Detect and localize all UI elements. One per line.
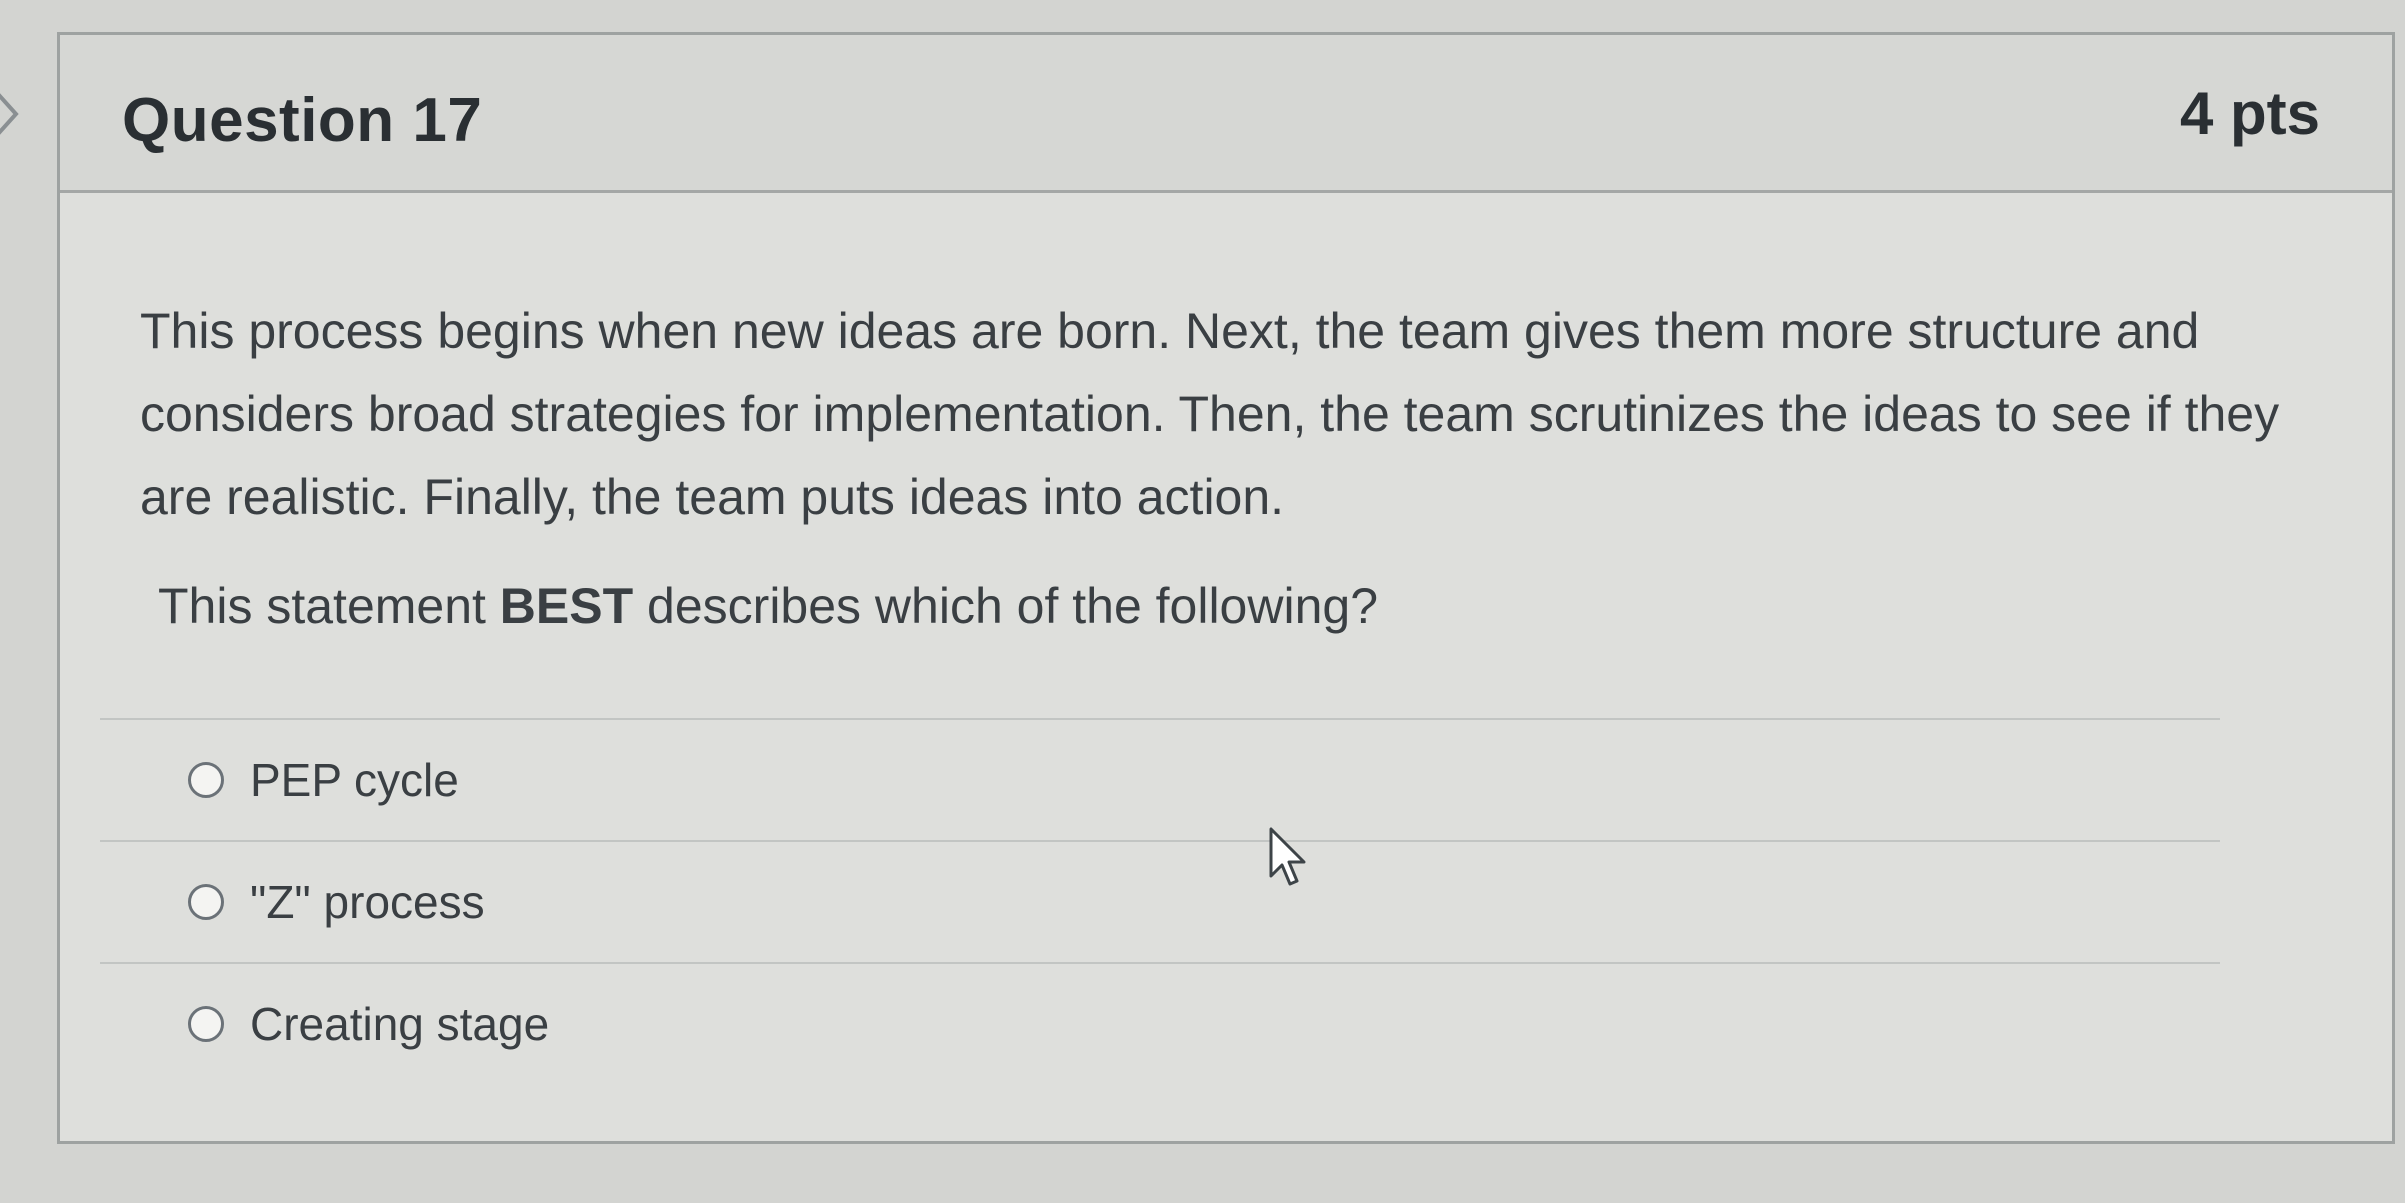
mouse-cursor-icon	[1269, 827, 1306, 886]
question-prompt-start: This statement	[158, 578, 500, 634]
question-points: 4 pts	[2179, 80, 2320, 147]
radio-button[interactable]	[188, 884, 224, 920]
question-prompt-end: describes which of the following?	[633, 578, 1379, 634]
answer-label: "Z" process	[250, 876, 485, 928]
question-prompt-emphasis: BEST	[499, 578, 634, 634]
question-header: Question 17 4 pts	[60, 35, 2392, 193]
answer-label: Creating stage	[250, 998, 550, 1050]
question-title: Question 17	[122, 86, 483, 155]
radio-button[interactable]	[188, 762, 224, 798]
chevron-right-icon[interactable]	[0, 90, 20, 138]
radio-button[interactable]	[188, 1006, 224, 1042]
answer-option-z-process[interactable]: "Z" process	[100, 842, 2220, 962]
answer-list: PEP cycle "Z" process Creating stage	[100, 718, 2220, 1084]
answer-option-pep-cycle[interactable]: PEP cycle	[100, 720, 2220, 840]
question-text: This process begins when new ideas are b…	[140, 303, 2280, 525]
question-prompt: This statement BEST describes which of t…	[158, 577, 2340, 635]
answer-label: PEP cycle	[250, 754, 459, 806]
answer-option-creating-stage[interactable]: Creating stage	[100, 964, 2220, 1084]
question-body: This process begins when new ideas are b…	[140, 290, 2340, 635]
